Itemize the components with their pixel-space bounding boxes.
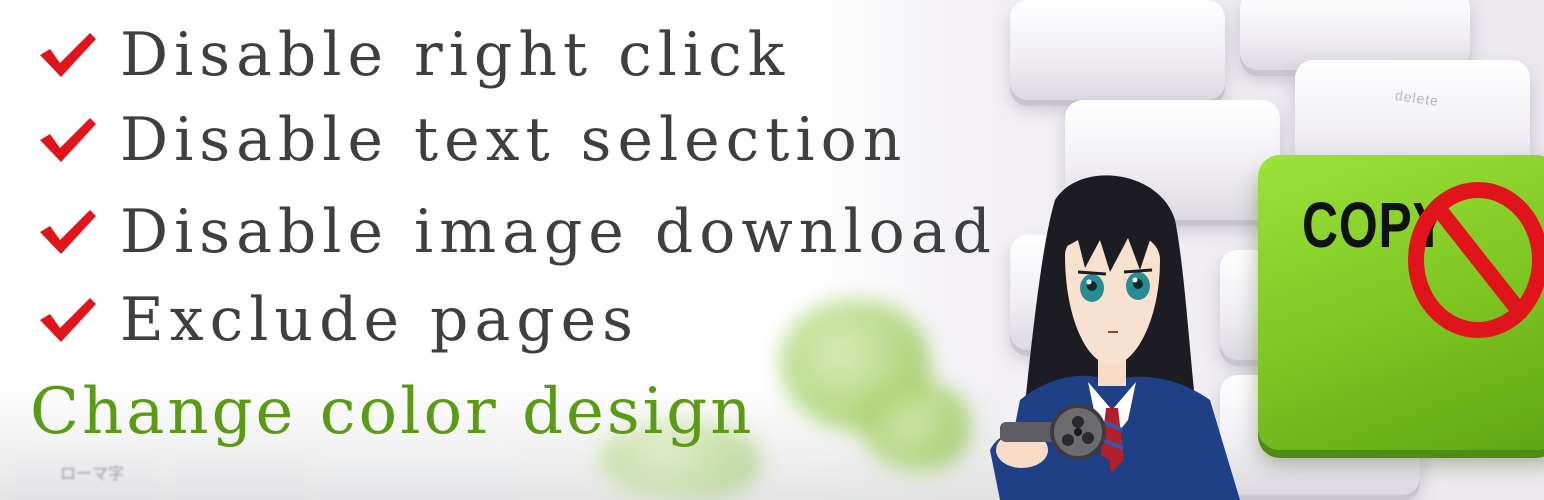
feature-item: Disable image download [36, 192, 997, 272]
feature-text: Disable image download [120, 197, 997, 267]
anime-character-illustration [990, 175, 1240, 500]
feature-item: Exclude pages [36, 280, 639, 360]
highlight-text: Change color design [30, 375, 755, 449]
plugin-banner: ローマ字 delete COPY Disable right click Dis… [0, 0, 1544, 500]
red-check-icon [40, 118, 96, 162]
blurred-key [170, 440, 310, 500]
blurred-key-label: ローマ字 [60, 464, 125, 483]
no-sign-icon [1408, 182, 1544, 338]
green-leaf [860, 380, 970, 470]
feature-item: Disable text selection [36, 100, 907, 180]
feature-text: Exclude pages [120, 285, 639, 355]
red-check-icon [40, 298, 96, 342]
feature-text: Disable right click [120, 20, 791, 90]
red-check-icon [40, 33, 96, 77]
red-check-icon [40, 210, 96, 254]
keyboard-key [1010, 0, 1225, 100]
feature-text: Disable text selection [120, 105, 908, 175]
feature-item: Disable right click [36, 15, 790, 95]
delete-key-label: delete [1394, 87, 1441, 109]
blurred-key [320, 450, 520, 500]
